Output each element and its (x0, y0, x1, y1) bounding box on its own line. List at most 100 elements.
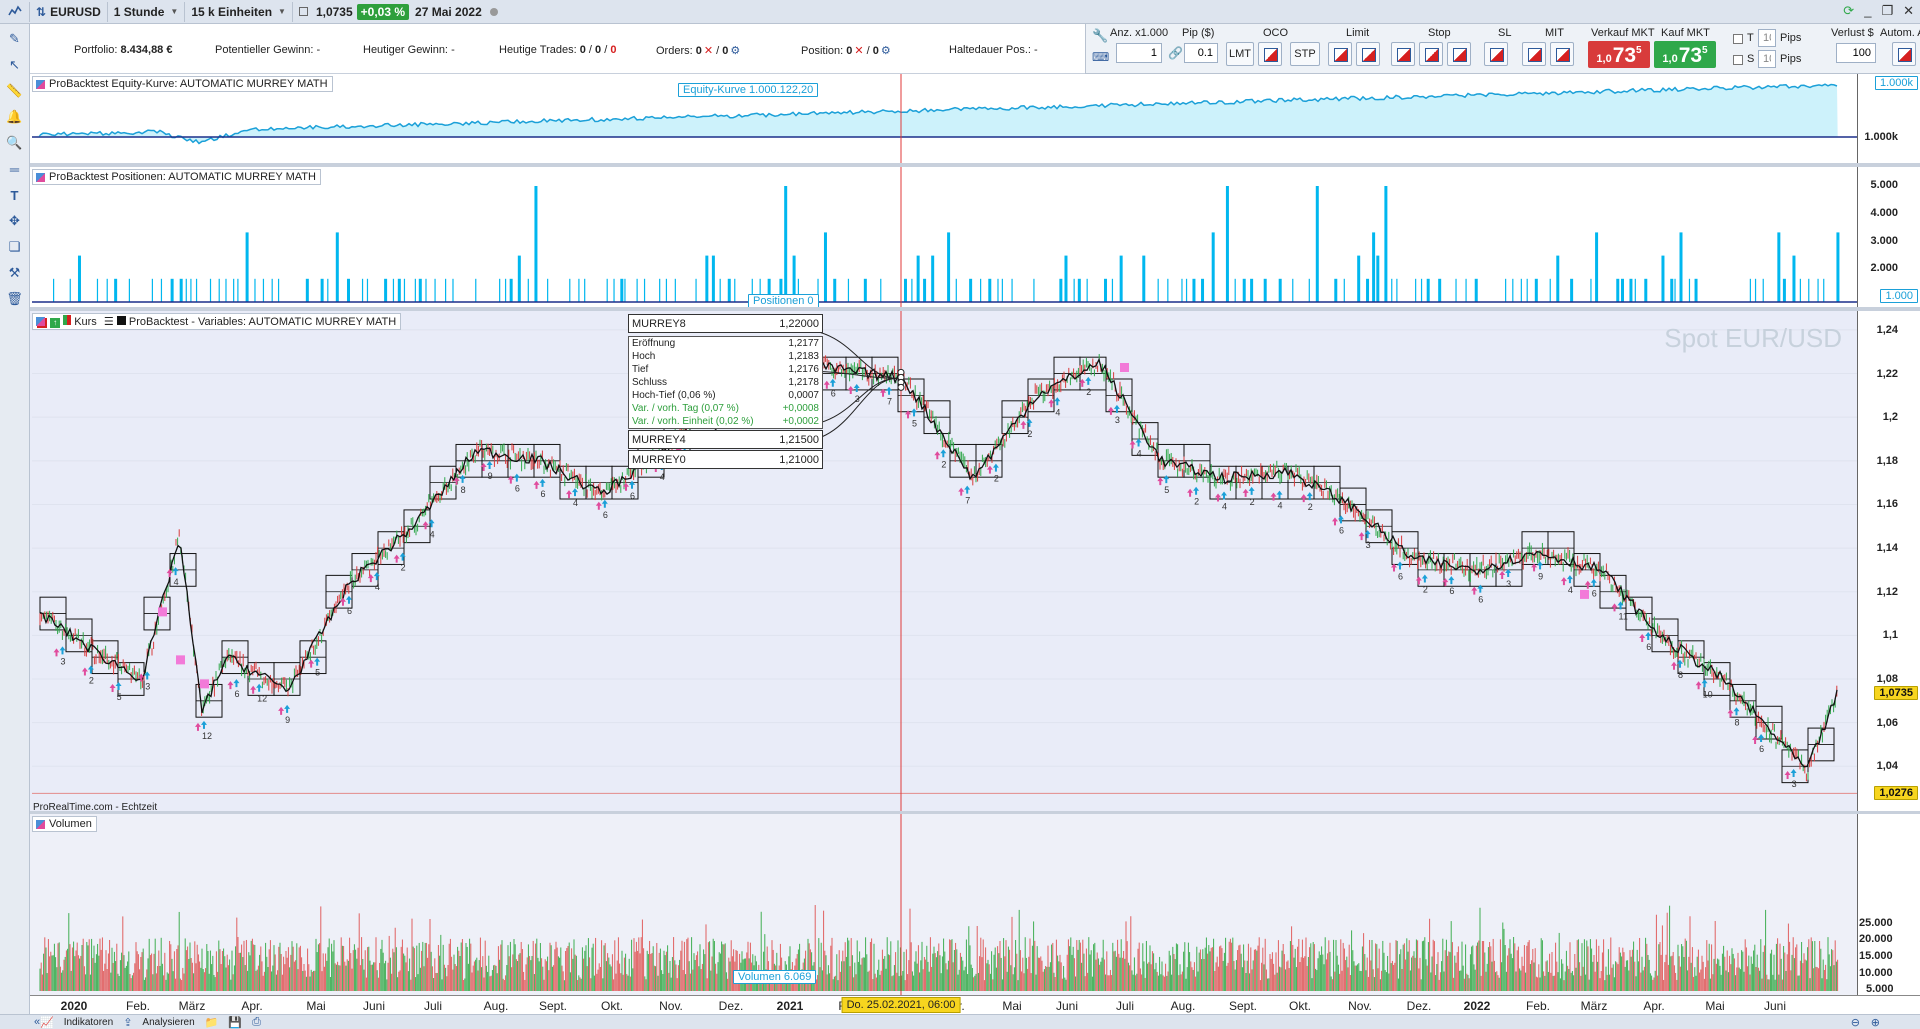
position-bar (1225, 186, 1229, 302)
x-tick-label: Okt. (1288, 999, 1312, 1013)
zoom-out-icon[interactable]: ⊖ (1851, 1016, 1860, 1029)
oco-order-icon[interactable] (1258, 42, 1282, 66)
positions-panel: 5.000 4.000 3.000 2.000 1.000 ProBacktes… (30, 167, 1920, 370)
time-axis[interactable]: 2020 Feb. März Apr. Mai Juni Juli Aug. Sept. Okt.… (30, 995, 1920, 1014)
close-orders-icon[interactable]: ✕ (704, 45, 713, 57)
ruler-icon[interactable]: 📏 (5, 82, 25, 100)
positions-plot[interactable] (32, 167, 1857, 307)
buy-arrow-icon (1758, 733, 1765, 742)
position-bar (1185, 278, 1188, 302)
analyze-button[interactable]: Analysieren (142, 1017, 194, 1028)
volume-plot[interactable] (32, 814, 1857, 995)
buy-arrow-icon (601, 499, 608, 508)
t-checkbox[interactable] (1733, 34, 1743, 44)
position-bar (1059, 278, 1063, 302)
buy-arrow-icon (629, 480, 636, 489)
scroll-left-icon[interactable]: « (34, 1016, 40, 1028)
position-bar (1391, 278, 1393, 302)
sell-arrow-icon (1415, 576, 1422, 585)
trade-count-label: 8 (1678, 670, 1683, 680)
text-tool-icon[interactable]: T (5, 186, 25, 204)
x-tick-label: 2022 (1463, 999, 1491, 1013)
equity-panel-title[interactable]: ProBacktest Equity-Kurve: AUTOMATIC MURR… (32, 76, 333, 92)
stop-sell-icon[interactable] (1419, 42, 1443, 66)
close-icon[interactable]: ✕ (1903, 3, 1914, 19)
position-bar (1520, 278, 1522, 302)
t-pips-input[interactable] (1758, 29, 1776, 47)
zoom-icon[interactable]: 🔍 (5, 134, 25, 152)
pip-input[interactable] (1184, 43, 1218, 63)
folder-icon[interactable]: 📁 (205, 1016, 219, 1029)
buy-market-button[interactable]: 1,0 73 5 (1654, 41, 1716, 68)
trade-count-label: 3 (1506, 579, 1511, 589)
position-bar (1570, 278, 1574, 302)
y-tick-label: 4.000 (1870, 207, 1898, 219)
mit-sell-icon[interactable] (1550, 42, 1574, 66)
sell-arrow-icon (393, 554, 400, 563)
sell-market-button[interactable]: 1,0 73 5 (1588, 41, 1650, 68)
print-icon[interactable]: ⎙ (252, 1016, 261, 1029)
s-pips-input[interactable] (1758, 50, 1776, 68)
bell-icon[interactable]: 🔔 (5, 108, 25, 126)
pencil-icon[interactable]: ✎ (5, 30, 25, 48)
stp-button[interactable]: STP (1290, 42, 1320, 66)
trade-count-label: 5 (1164, 485, 1169, 495)
stop-loss-icon[interactable] (1484, 42, 1508, 66)
list-icon[interactable]: ☰ (104, 316, 114, 328)
stop-buy-icon[interactable] (1391, 42, 1415, 66)
auto-qty-icon[interactable] (1892, 42, 1916, 66)
volume-panel-title[interactable]: Volumen (32, 816, 97, 832)
horizontal-line-icon[interactable]: ═ (5, 160, 25, 178)
buy-arrow-icon (1248, 486, 1255, 495)
expand-icon[interactable]: ↑ (50, 318, 61, 328)
keyboard-icon[interactable]: ⌨ (1092, 50, 1109, 64)
x-tick-label: Juni (1763, 999, 1787, 1013)
app-menu-button[interactable] (0, 1, 30, 22)
y-tick-label: 3.000 (1870, 235, 1898, 247)
price-panel-title[interactable]: + ↑ Kurs ☰ ProBacktest - Variables: AUTO… (32, 313, 402, 330)
price-plot[interactable]: 3253412612956424896646646739663752722423… (32, 311, 1857, 811)
minimize-icon[interactable]: _ (1864, 3, 1871, 19)
gear-icon[interactable]: ⚙ (730, 45, 740, 57)
trade-count-label: 2 (1194, 497, 1199, 507)
buy-arrow-icon (200, 720, 207, 729)
indicators-button[interactable]: Indikatoren (64, 1017, 113, 1028)
position-bar (397, 278, 401, 302)
s-checkbox[interactable] (1733, 55, 1743, 65)
x-tick-label: Feb. (125, 999, 151, 1013)
limit-sell-icon[interactable] (1356, 42, 1380, 66)
buy-arrow-icon (1135, 438, 1142, 447)
wrench-icon[interactable]: 🔧 (1092, 28, 1108, 44)
stop-trail-icon[interactable] (1447, 42, 1471, 66)
position-bar (185, 278, 187, 302)
units-select[interactable]: 15 k Einheiten ▼ (185, 1, 293, 22)
refresh-icon[interactable]: ⟳ (1843, 3, 1854, 19)
timeframe-select[interactable]: 1 Stunde ▼ (108, 1, 186, 22)
limit-buy-icon[interactable] (1328, 42, 1352, 66)
close-position-icon[interactable]: ✕ (854, 45, 863, 57)
tools-icon[interactable]: ⚒ (5, 264, 25, 282)
copy-icon[interactable]: ❏ (5, 238, 25, 256)
restore-icon[interactable]: ❐ (1881, 3, 1893, 19)
link-icon[interactable]: 🔗 (1168, 46, 1183, 60)
cursor-icon[interactable]: ↖ (5, 56, 25, 74)
position-bar (624, 278, 626, 302)
mit-buy-icon[interactable] (1522, 42, 1546, 66)
collapse-icon[interactable]: + (37, 318, 47, 328)
quantity-input[interactable] (1116, 43, 1162, 63)
buy-arrow-icon (1026, 418, 1033, 427)
indicators-icon[interactable]: 📈 (40, 1016, 54, 1029)
lmt-button[interactable]: LMT (1226, 42, 1254, 66)
positions-panel-title[interactable]: ProBacktest Positionen: AUTOMATIC MURREY… (32, 169, 321, 185)
position-bar (1192, 278, 1196, 302)
gear-icon[interactable]: ⚙ (881, 45, 891, 57)
save-icon[interactable]: 💾 (228, 1016, 242, 1029)
loss-input[interactable] (1836, 43, 1876, 63)
zoom-in-icon[interactable]: ⊕ (1871, 1016, 1880, 1029)
move-icon[interactable]: ✥ (5, 212, 25, 230)
symbol-select[interactable]: ⇅ EURUSD (30, 1, 108, 22)
trade-count-label: 6 (1478, 595, 1483, 605)
share-icon[interactable]: ⇪ (123, 1016, 132, 1029)
trade-count-label: 2 (941, 459, 946, 469)
trash-icon[interactable]: 🗑 (5, 290, 25, 308)
